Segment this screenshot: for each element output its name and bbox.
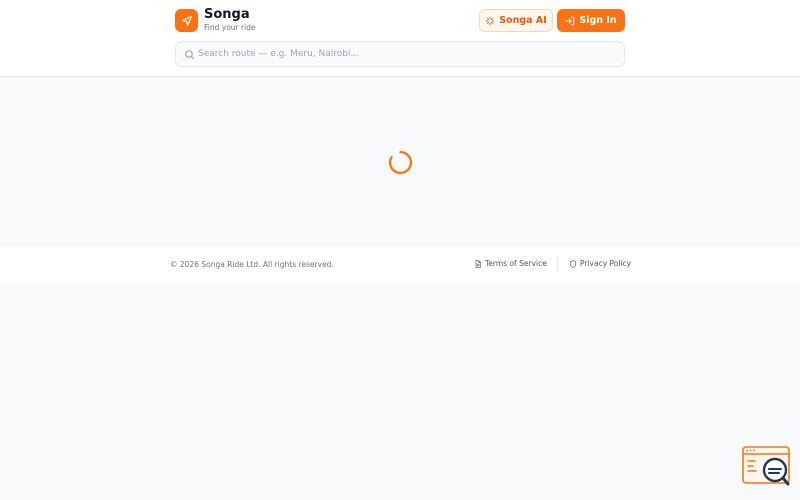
privacy-link[interactable]: Privacy Policy xyxy=(569,259,631,268)
sparkles-icon xyxy=(486,16,495,25)
shield-icon xyxy=(569,259,577,268)
sign-in-label: Sign In xyxy=(579,15,617,26)
search-window-icon[interactable] xyxy=(742,446,790,486)
brand-name: Songa xyxy=(204,7,250,22)
route-search[interactable] xyxy=(175,41,625,67)
terms-label: Terms of Service xyxy=(485,259,547,268)
login-icon xyxy=(566,16,575,25)
footer: © 2026 Songa Ride Ltd. All rights reserv… xyxy=(0,247,800,283)
sign-in-button[interactable]: Sign In xyxy=(557,9,625,32)
app-header: Songa Find your ride Songa AI Sign In xyxy=(0,0,800,77)
footer-divider xyxy=(557,258,558,270)
search-icon xyxy=(185,50,195,60)
privacy-label: Privacy Policy xyxy=(580,259,632,268)
copyright-text: © 2026 Songa Ride Ltd. All rights reserv… xyxy=(170,260,334,269)
songa-ai-label: Songa AI xyxy=(499,15,547,26)
document-icon xyxy=(475,259,482,268)
navigation-arrow-icon xyxy=(181,15,192,26)
terms-link[interactable]: Terms of Service xyxy=(474,259,547,268)
brand-tagline: Find your ride xyxy=(204,23,256,32)
logo[interactable] xyxy=(175,9,198,32)
search-input[interactable] xyxy=(198,42,618,66)
songa-ai-button[interactable]: Songa AI xyxy=(479,9,553,32)
loading-spinner-icon xyxy=(388,150,413,175)
